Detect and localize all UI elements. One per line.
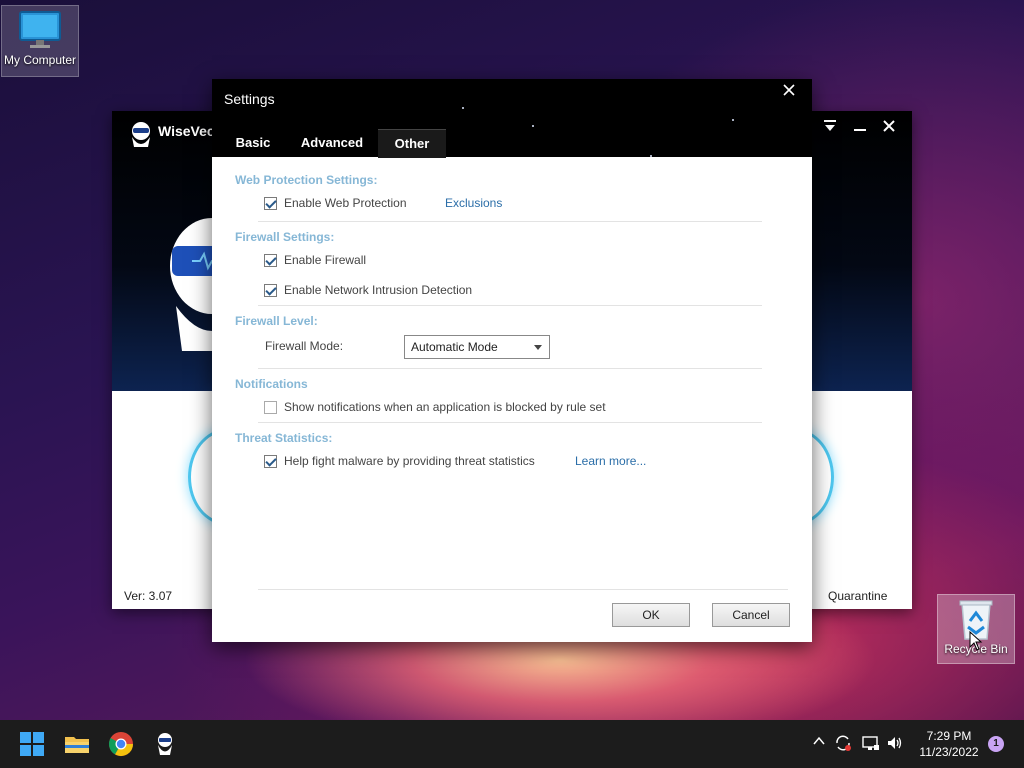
enable-firewall-row[interactable]: Enable Firewall [264, 252, 366, 268]
folder-icon [65, 737, 89, 753]
settings-header: Settings Basic Advanced Other [212, 79, 812, 158]
app-minimize-button[interactable] [846, 115, 874, 138]
enable-nids-row[interactable]: Enable Network Intrusion Detection [264, 282, 472, 298]
menu-icon [824, 120, 836, 131]
settings-title: Settings [224, 91, 275, 107]
enable-nids-label: Enable Network Intrusion Detection [284, 283, 473, 297]
volume-tray-button[interactable] [886, 734, 904, 755]
show-notifications-checkbox[interactable] [264, 400, 277, 414]
file-explorer-taskbar-button[interactable] [63, 730, 91, 758]
threat-statistics-row[interactable]: Help fight malware by providing threat s… [264, 453, 535, 469]
minimize-icon [854, 129, 866, 131]
chrome-icon [108, 732, 133, 757]
enable-firewall-label: Enable Firewall [284, 253, 367, 267]
my-computer-label: My Computer [3, 53, 77, 67]
show-notifications-label: Show notifications when an application i… [284, 400, 606, 414]
cancel-button[interactable]: Cancel [712, 603, 790, 627]
app-menu-button[interactable] [816, 115, 844, 138]
close-icon [883, 120, 895, 132]
notification-badge[interactable]: 1 [988, 736, 1004, 752]
separator [258, 305, 762, 306]
exclusions-link[interactable]: Exclusions [445, 196, 502, 210]
enable-web-protection-row[interactable]: Enable Web Protection [264, 195, 407, 211]
separator [258, 368, 762, 369]
star-decoration [732, 119, 734, 121]
threat-statistics-checkbox[interactable] [264, 454, 277, 468]
firewall-level-heading: Firewall Level: [235, 314, 318, 328]
chevron-down-icon [534, 345, 542, 350]
show-notifications-row[interactable]: Show notifications when an application i… [264, 399, 606, 415]
system-clock[interactable]: 7:29 PM 11/23/2022 [914, 728, 984, 760]
separator [258, 221, 762, 222]
tab-basic[interactable]: Basic [224, 129, 282, 157]
chevron-up-icon [813, 736, 825, 745]
sync-icon [836, 735, 851, 751]
threat-statistics-label: Help fight malware by providing threat s… [284, 454, 535, 468]
enable-nids-checkbox[interactable] [264, 283, 277, 297]
star-decoration [532, 125, 534, 127]
recycle-bin-desktop-icon[interactable]: Recycle Bin [937, 594, 1015, 664]
firewall-mode-value: Automatic Mode [411, 340, 498, 354]
enable-web-protection-checkbox[interactable] [264, 196, 277, 210]
mouse-cursor-icon [969, 631, 983, 651]
ok-button[interactable]: OK [612, 603, 690, 627]
start-button[interactable] [18, 730, 46, 758]
app-version: Ver: 3.07 [124, 589, 173, 603]
app-logo-icon [158, 733, 172, 755]
my-computer-desktop-icon[interactable]: My Computer [1, 5, 79, 77]
clock-date: 11/23/2022 [919, 745, 979, 759]
firewall-settings-heading: Firewall Settings: [235, 230, 335, 244]
star-decoration [462, 107, 464, 109]
show-hidden-icons-button[interactable] [812, 734, 826, 751]
firewall-mode-select[interactable]: Automatic Mode [404, 335, 550, 359]
taskbar: 7:29 PM 11/23/2022 1 [0, 720, 1024, 768]
quarantine-link[interactable]: Quarantine [828, 589, 887, 603]
tab-advanced[interactable]: Advanced [294, 129, 370, 157]
learn-more-link[interactable]: Learn more... [575, 454, 646, 468]
wisevector-taskbar-button[interactable] [151, 730, 179, 758]
network-tray-button[interactable] [862, 734, 880, 755]
notifications-heading: Notifications [235, 377, 308, 391]
enable-firewall-checkbox[interactable] [264, 253, 277, 267]
threat-statistics-heading: Threat Statistics: [235, 431, 333, 445]
enable-web-protection-label: Enable Web Protection [284, 196, 407, 210]
separator [258, 422, 762, 423]
web-protection-heading: Web Protection Settings: [235, 173, 378, 187]
tab-other[interactable]: Other [378, 129, 446, 158]
settings-close-button[interactable] [776, 81, 802, 103]
speaker-icon [888, 737, 902, 749]
network-icon [862, 736, 879, 750]
app-close-button[interactable] [875, 115, 903, 138]
settings-dialog: Settings Basic Advanced Other Web Protec… [212, 79, 812, 642]
windows-start-icon [20, 732, 44, 756]
app-title: WiseVec [158, 123, 215, 139]
app-logo-icon [132, 122, 150, 147]
update-tray-button[interactable] [834, 734, 852, 755]
star-decoration [650, 155, 652, 157]
clock-time: 7:29 PM [926, 729, 972, 743]
close-icon [783, 84, 795, 96]
monitor-icon [19, 11, 61, 48]
firewall-mode-label: Firewall Mode: [265, 339, 344, 353]
footer-separator [258, 589, 788, 590]
chrome-taskbar-button[interactable] [107, 730, 135, 758]
